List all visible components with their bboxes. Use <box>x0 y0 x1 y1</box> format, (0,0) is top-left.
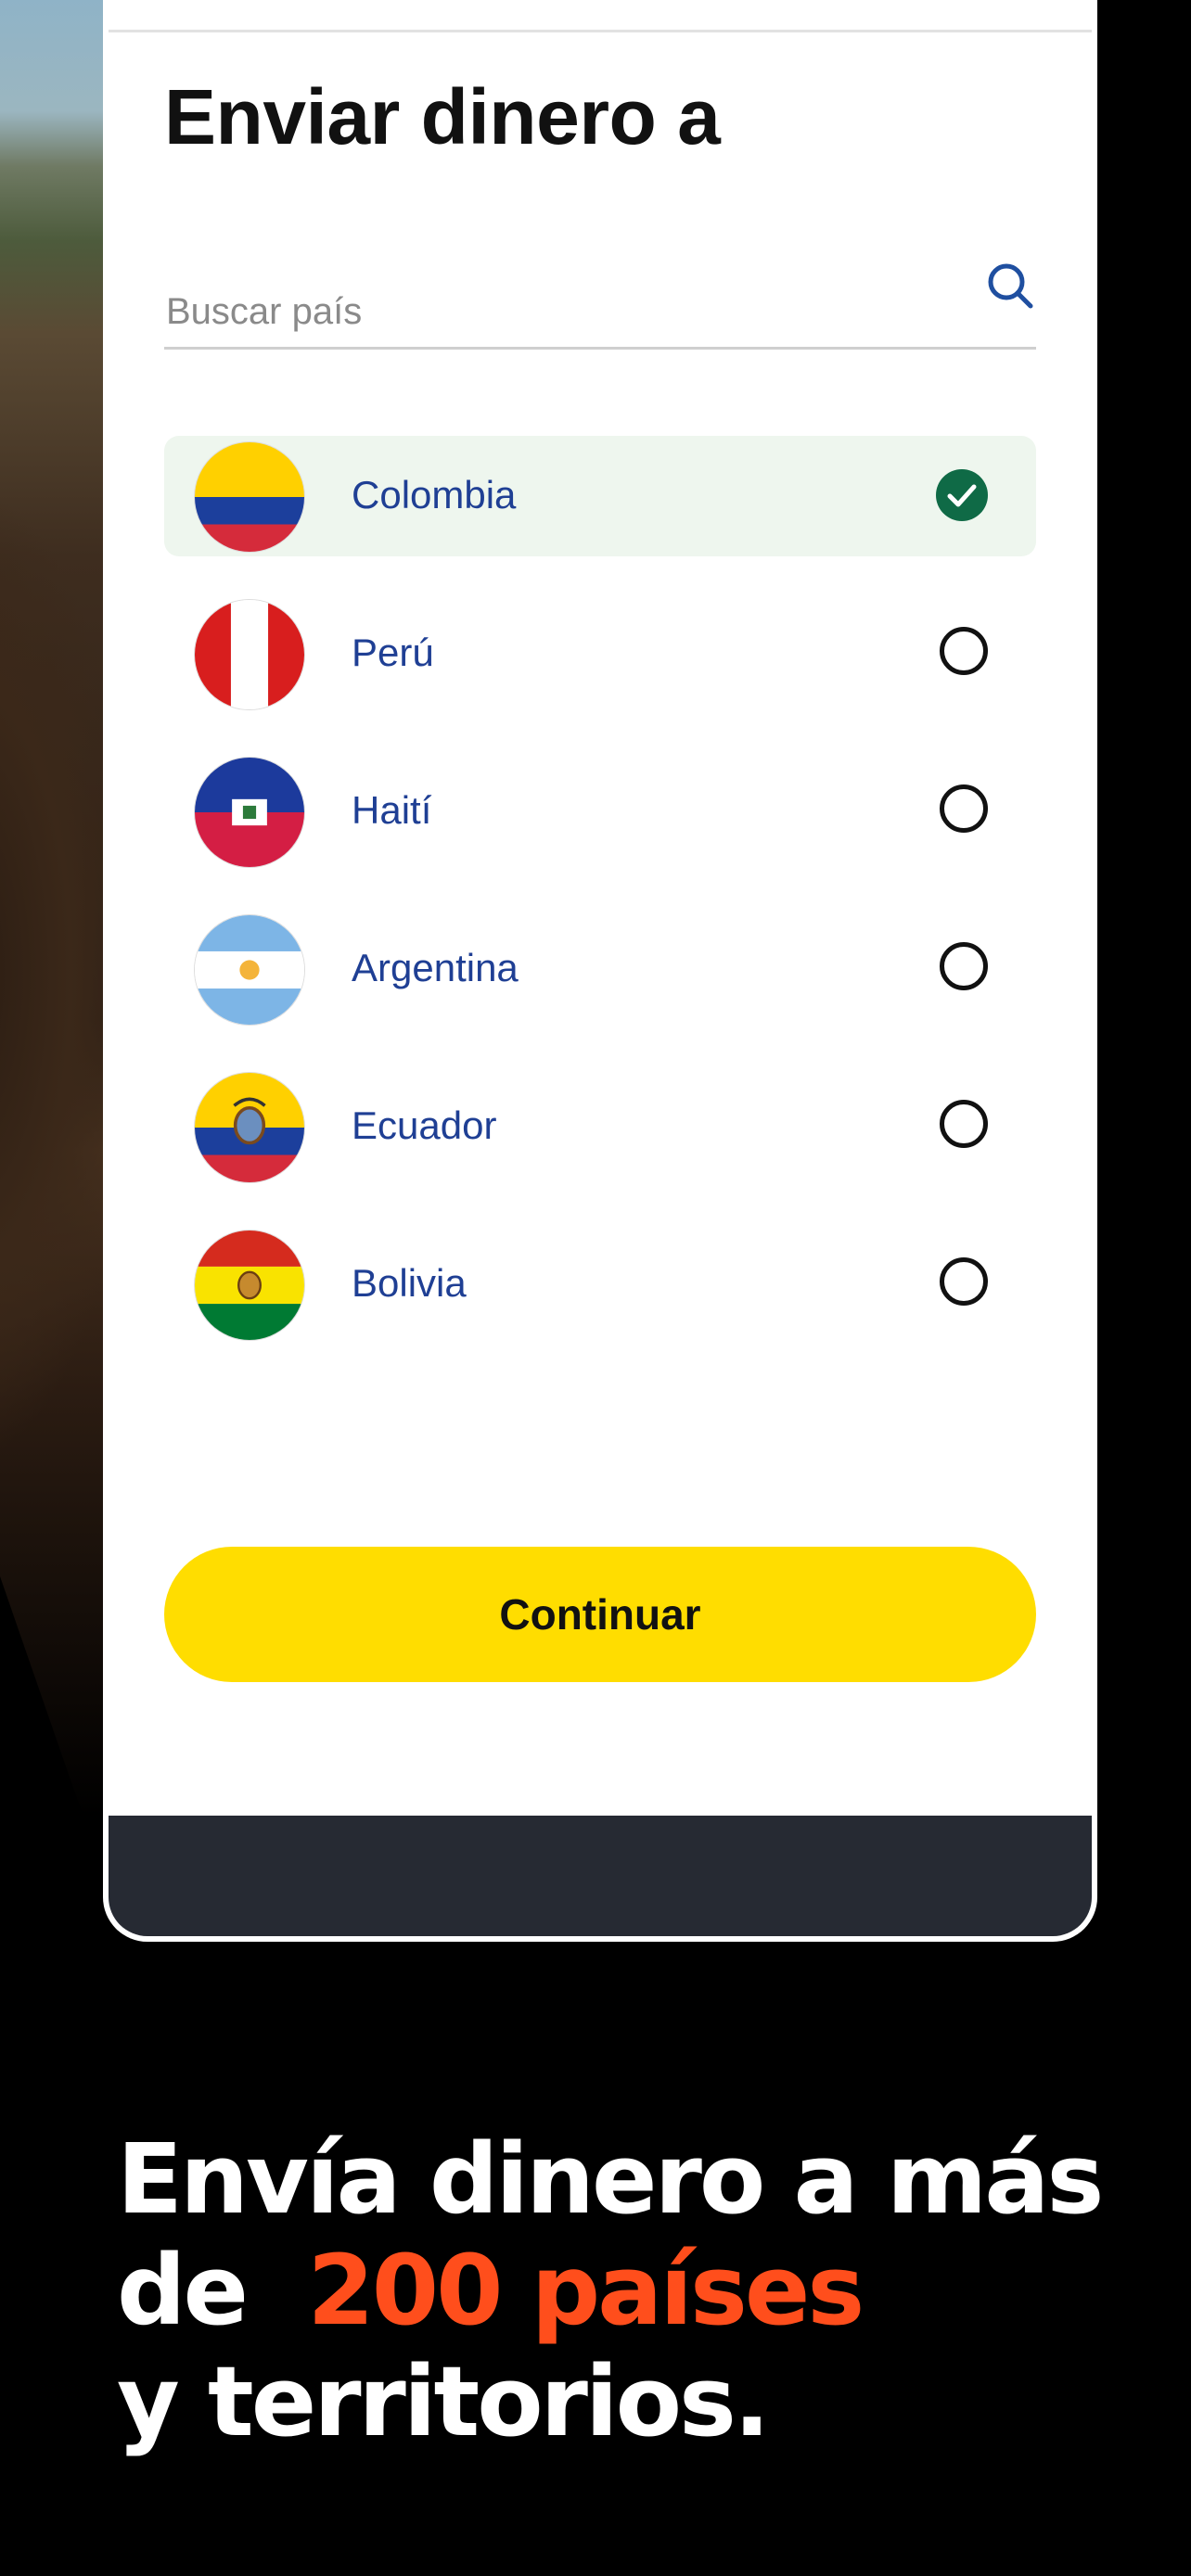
country-option-bolivia[interactable]: Bolivia <box>164 1224 1036 1345</box>
country-option-haiti[interactable]: Haití <box>164 751 1036 872</box>
country-option-ecuador[interactable]: Ecuador <box>164 1066 1036 1187</box>
country-list: Colombia Perú Haití Argentina Ecuador Bo… <box>164 436 1036 1382</box>
radio-empty-icon[interactable] <box>940 784 988 833</box>
radio-empty-icon[interactable] <box>940 1100 988 1148</box>
search-icon[interactable] <box>984 260 1036 312</box>
phone-mockup: Enviar dinero a Colombia <box>103 0 1097 1942</box>
colombia-flag-icon <box>194 441 305 553</box>
promo-line-3: y territorios. <box>117 2345 770 2458</box>
promo-line-2-prefix: de <box>117 2234 249 2347</box>
promo-line-2: de 200 países <box>117 2235 1137 2346</box>
country-name: Perú <box>352 631 434 674</box>
peru-flag-icon <box>194 599 305 710</box>
promo-highlight: 200 países <box>307 2234 864 2347</box>
country-name: Bolivia <box>352 1261 467 1305</box>
search-field[interactable] <box>164 250 1036 350</box>
promo-headline: Envía dinero a más de 200 países y terri… <box>117 2123 1137 2457</box>
argentina-flag-icon <box>194 914 305 1026</box>
ecuador-flag-icon <box>194 1072 305 1183</box>
country-name: Argentina <box>352 946 519 989</box>
radio-empty-icon[interactable] <box>940 1257 988 1306</box>
continue-button[interactable]: Continuar <box>164 1547 1036 1682</box>
country-name: Haití <box>352 788 432 832</box>
country-name: Ecuador <box>352 1103 497 1147</box>
check-circle-icon[interactable] <box>936 469 988 521</box>
search-input[interactable] <box>164 290 928 334</box>
country-option-colombia[interactable]: Colombia <box>164 436 1036 556</box>
promo-line-1: Envía dinero a más <box>117 2123 1104 2236</box>
radio-empty-icon[interactable] <box>940 942 988 990</box>
bolivia-flag-icon <box>194 1230 305 1341</box>
page-title: Enviar dinero a <box>164 73 721 160</box>
phone-bottom-bar <box>109 1812 1092 1936</box>
country-name: Colombia <box>352 473 517 516</box>
haiti-flag-icon <box>194 757 305 868</box>
country-option-peru[interactable]: Perú <box>164 593 1036 714</box>
top-divider <box>109 30 1092 32</box>
country-option-argentina[interactable]: Argentina <box>164 909 1036 1029</box>
radio-empty-icon[interactable] <box>940 627 988 675</box>
